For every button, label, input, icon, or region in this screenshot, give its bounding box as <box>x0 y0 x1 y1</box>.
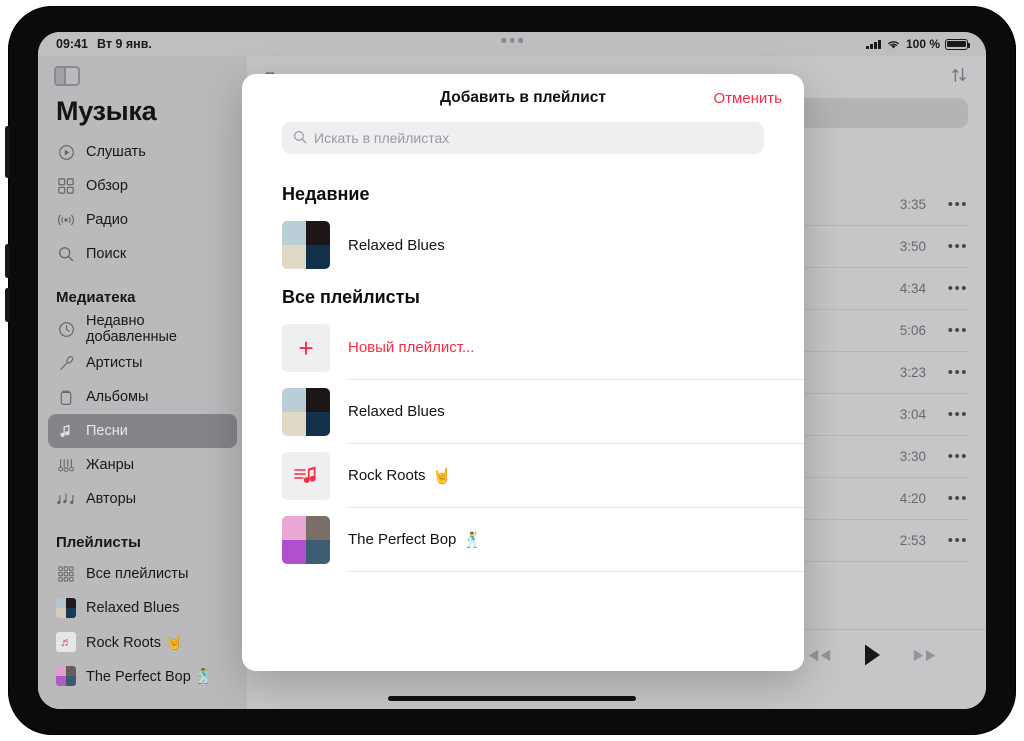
playlist-cover-collage <box>282 388 330 436</box>
playlist-name: Relaxed Blues <box>348 380 804 444</box>
search-field[interactable] <box>282 122 764 154</box>
cancel-button[interactable]: Отменить <box>713 90 782 107</box>
playlist-name-text: Rock Roots <box>348 467 426 484</box>
new-playlist-row[interactable]: + Новый плейлист... <box>242 316 804 380</box>
playlist-name-text: The Perfect Bop <box>348 531 457 548</box>
power-button[interactable] <box>5 126 10 178</box>
modal-header: Добавить в плейлист Отменить <box>242 74 804 122</box>
search-input[interactable] <box>314 130 753 146</box>
playlist-name: Rock Roots 🤘 <box>348 444 804 508</box>
volume-up-button[interactable] <box>5 244 10 278</box>
dancing-man-emoji: 🕺 <box>463 531 483 549</box>
playlist-name: Relaxed Blues <box>348 236 445 254</box>
music-list-icon <box>282 452 330 500</box>
list-item[interactable]: Relaxed Blues <box>242 213 804 277</box>
list-item[interactable]: Relaxed Blues <box>242 380 804 444</box>
section-header-recent: Недавние <box>282 184 370 204</box>
volume-down-button[interactable] <box>5 288 10 322</box>
add-to-playlist-modal: Добавить в плейлист Отменить Недавние Re… <box>242 74 804 671</box>
list-item[interactable]: The Perfect Bop 🕺 <box>242 508 804 572</box>
playlist-name: The Perfect Bop 🕺 <box>348 508 804 572</box>
rock-hand-emoji: 🤘 <box>432 467 452 485</box>
search-icon <box>293 130 307 147</box>
playlist-cover-collage <box>282 221 330 269</box>
section-header-all: Все плейлисты <box>282 287 420 307</box>
playlist-cover-collage <box>282 516 330 564</box>
new-playlist-label: Новый плейлист... <box>348 316 804 380</box>
device-frame: 09:41 Вт 9 янв. 100 % Музыка Слушать Обз… <box>5 6 1016 735</box>
plus-icon: + <box>282 324 330 372</box>
list-item[interactable]: Rock Roots 🤘 <box>242 444 804 508</box>
modal-body: Недавние Relaxed Blues Все плейлисты + Н… <box>242 158 804 671</box>
screen: 09:41 Вт 9 янв. 100 % Музыка Слушать Обз… <box>38 32 986 709</box>
